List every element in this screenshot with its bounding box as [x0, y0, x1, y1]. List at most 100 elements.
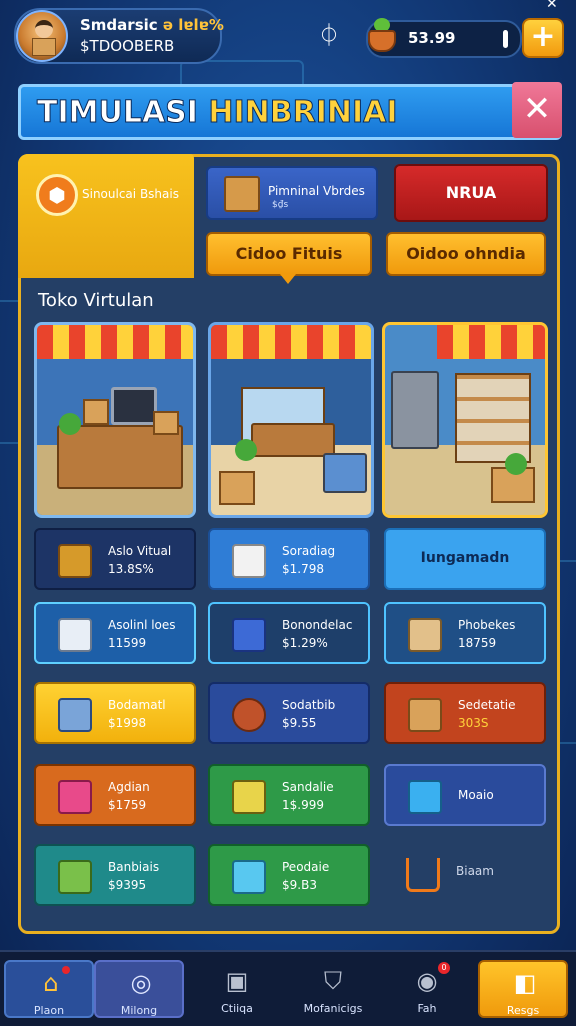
fridge [391, 371, 439, 449]
bottom-nav: ⌂ Plaon ◎ Milong ▣ Ctiiqa ⛉ Mofanicigs ◉… [0, 950, 576, 1026]
item-tile[interactable]: Agdian $1759 [34, 764, 196, 826]
currency-bar: 53.99 [366, 18, 522, 58]
awning [437, 325, 545, 359]
top-bar: Smdarsic ə lɐlɐ% $TDOOBERB ⏀ 53.99 + ✕ [0, 0, 576, 78]
plant [59, 413, 81, 435]
player-avatar[interactable] [16, 10, 68, 62]
tab-orange-2[interactable]: Oidoo ohndia [386, 232, 546, 276]
item-name: Sedetatie [458, 698, 516, 712]
add-currency-button[interactable]: + [522, 18, 564, 58]
item-name: Banbiais [108, 860, 160, 874]
item-tile[interactable]: Sodatbib $9.55 [208, 682, 370, 744]
machine-icon [58, 618, 92, 652]
scene-card-store[interactable] [208, 322, 374, 518]
nav-item-crafting[interactable]: ▣ Ctiiqa [192, 960, 282, 1018]
nav-label: Ctiiqa [221, 1002, 253, 1015]
cart-icon [232, 618, 266, 652]
hexagon-icon: ⬢ [36, 174, 78, 216]
item-price: $1.798 [282, 562, 324, 576]
item-price: 18759 [458, 636, 497, 650]
nav-item-upgrades[interactable]: ⛉ Mofanicigs [288, 960, 378, 1018]
nav-item-home[interactable]: ⌂ Plaon [4, 960, 94, 1018]
item-name: Bonondelac [282, 618, 353, 632]
monitor [111, 387, 157, 425]
item-price: $1998 [108, 716, 147, 730]
item-tile[interactable]: Sandalie 1$.999 [208, 764, 370, 826]
item-name: Moaio [458, 788, 494, 802]
title-part1: TIMULASI [36, 95, 209, 131]
section-title: Toko Virtulan [38, 290, 154, 311]
scene-card-market[interactable] [382, 322, 548, 518]
tab-simulation[interactable]: ⬢ Sinoulcai Bshais [18, 154, 194, 278]
item-tile[interactable]: Moaio [384, 764, 546, 826]
close-button[interactable]: ✕ [512, 82, 562, 138]
item-name: Biaam [456, 864, 494, 878]
item-tile[interactable]: Bonondelac $1.29% [208, 602, 370, 664]
item-name: Bodamatl [108, 698, 166, 712]
package-icon [232, 544, 266, 578]
item-price: $1.29% [282, 636, 328, 650]
shopping-cart-icon [58, 780, 92, 814]
item-tile[interactable]: Aslo Vitual 13.8S% [34, 528, 196, 590]
item-tile[interactable]: Sedetatie 303S [384, 682, 546, 744]
page-title: TIMULASI HINBRINIAI [36, 95, 398, 131]
item-tile[interactable]: Biaam [384, 844, 546, 906]
box-icon [224, 176, 260, 212]
shopping-cart-icon [406, 858, 440, 892]
tab-simulation-label: Sinoulcai Bshais [82, 187, 179, 201]
counter [251, 423, 335, 457]
box-icon [408, 698, 442, 732]
item-tile[interactable]: Soradiag $1.798 [208, 528, 370, 590]
bin-icon [58, 860, 92, 894]
plant-cart-icon [232, 698, 266, 732]
safe-icon [232, 860, 266, 894]
item-tile[interactable]: Iungamadn [384, 528, 546, 590]
title-bar: TIMULASI HINBRINIAI [18, 84, 562, 140]
location-pin-icon[interactable]: ⏀ [316, 24, 342, 50]
item-tile[interactable]: Peodaie $9.B3 [208, 844, 370, 906]
item-name: Peodaie [282, 860, 330, 874]
item-tile[interactable]: Bodamatl $1998 [34, 682, 196, 744]
item-tile[interactable]: Phobekes 18759 [384, 602, 546, 664]
close-icon[interactable]: ✕ [546, 0, 558, 12]
player-money: $TDOOBERB [80, 37, 175, 55]
scene-card-office[interactable] [34, 322, 196, 518]
item-price: 11599 [108, 636, 147, 650]
nav-label: Resgs [506, 1004, 540, 1017]
tab-vendors[interactable]: Pimninal Vbrdes $₫s [206, 166, 378, 220]
item-name: Soradiag [282, 544, 336, 558]
nav-item-mission[interactable]: ◎ Milong [94, 960, 184, 1018]
item-name: Iungamadn [420, 550, 510, 566]
item-tile[interactable]: Banbiais $9395 [34, 844, 196, 906]
crate [219, 471, 255, 505]
new-button[interactable]: NRUA [394, 164, 548, 222]
player-name: Smdarsic ə lɐlɐ% [80, 16, 224, 34]
item-price: $9.55 [282, 716, 317, 730]
item-name: Aslo Vitual [108, 544, 172, 558]
cube-icon: ◧ [513, 969, 537, 997]
avatar-box [32, 38, 56, 56]
nav-label: Milong [120, 1004, 158, 1017]
item-price: $9395 [108, 878, 147, 892]
nav-item-explore[interactable]: ◉ 0 Fah [382, 960, 472, 1018]
player-name-text: Smdarsic [80, 16, 158, 34]
avatar-head [35, 20, 53, 38]
nav-item-resources[interactable]: ◧ Resgs [478, 960, 568, 1018]
item-price: $1759 [108, 798, 147, 812]
item-name: Phobekes [458, 618, 516, 632]
shield-icon: ⛉ [324, 967, 342, 995]
nav-label: Mofanicigs [303, 1002, 363, 1015]
nav-label: Plaon [33, 1004, 65, 1017]
cart-icon [58, 698, 92, 732]
player-profile[interactable]: Smdarsic ə lɐlɐ% $TDOOBERB [14, 8, 224, 64]
item-tile[interactable]: Asolinl loes 11599 [34, 602, 196, 664]
plant-pot-icon [364, 16, 402, 56]
shelf [455, 373, 531, 463]
tab-vendors-sub: $₫s [272, 200, 289, 210]
vehicle-icon [232, 780, 266, 814]
target-icon: ◎ [130, 969, 152, 997]
plant [235, 439, 257, 461]
notification-dot [62, 966, 70, 974]
tab-pointer [280, 274, 296, 284]
tab-orange-1[interactable]: Cidoo Fituis [206, 232, 372, 276]
